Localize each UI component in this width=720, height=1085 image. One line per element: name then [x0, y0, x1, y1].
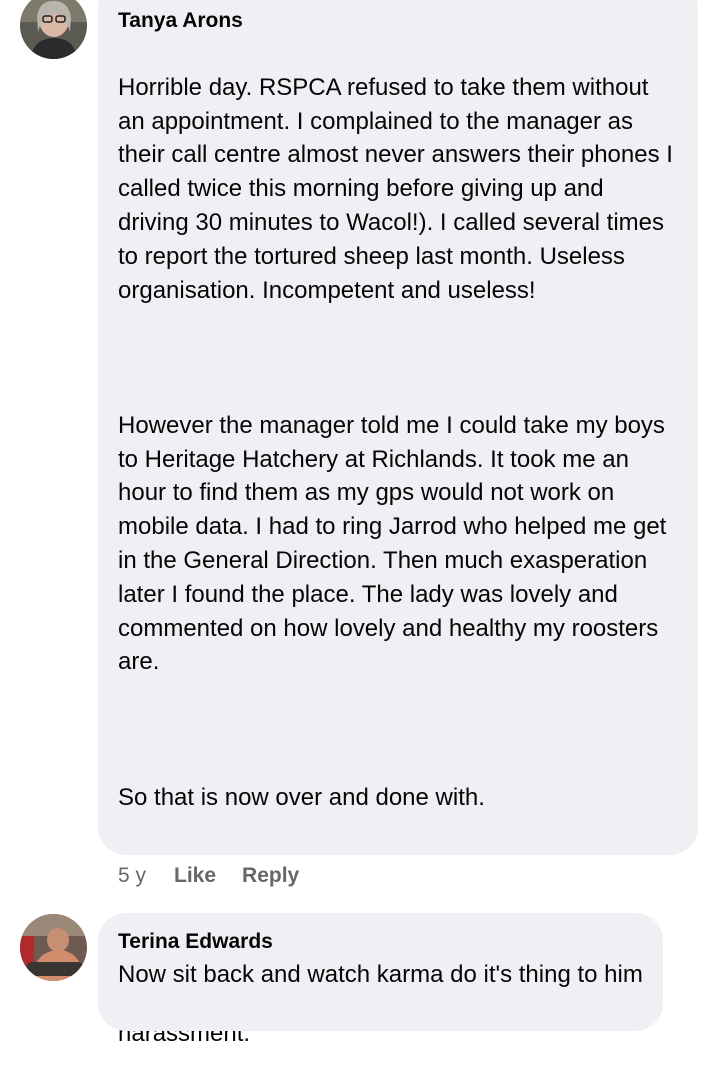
comment-actions: 5 y Like Reply [118, 863, 325, 889]
reply-button[interactable]: Reply [242, 863, 299, 889]
avatar[interactable] [20, 0, 87, 59]
comment-paragraph: So that is now over and done with. [118, 783, 485, 811]
comment-paragraph: However the manager told me I could take… [118, 411, 667, 676]
user-photo-icon [20, 0, 87, 59]
avatar[interactable] [20, 914, 87, 981]
comment-tanya-arons: Tanya Arons Horrible day. RSPCA refused … [0, 0, 720, 1047]
comment-body: Now sit back and watch karma do it's thi… [118, 961, 643, 988]
comment-paragraph: Horrible day. RSPCA refused to take them… [118, 73, 673, 304]
comment-timestamp[interactable]: 5 y [118, 863, 146, 889]
comment-terina-edwards: Terina Edwards Now sit back and watch ka… [0, 912, 720, 1032]
comment-bubble: Terina Edwards Now sit back and watch ka… [98, 913, 663, 1031]
like-button[interactable]: Like [174, 863, 216, 889]
comment-author[interactable]: Terina Edwards [118, 929, 643, 955]
comment-bubble: Tanya Arons Horrible day. RSPCA refused … [98, 0, 698, 1047]
comment-author[interactable]: Tanya Arons [118, 8, 678, 34]
user-photo-icon [20, 914, 87, 981]
